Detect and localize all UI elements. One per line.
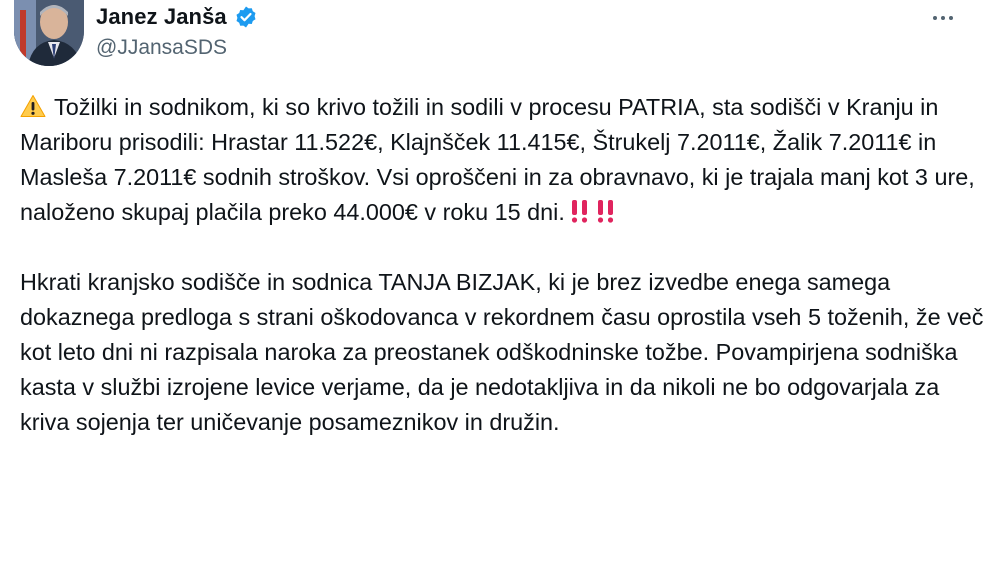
tweet-header: Janez Janša @JJansaSDS (0, 0, 1000, 80)
tweet-paragraph-1-text: Tožilki in sodnikom, ki so krivo tožili … (20, 94, 975, 225)
more-options-dot (949, 16, 953, 20)
double-exclamation-icon (595, 198, 617, 224)
user-handle[interactable]: @JJansaSDS (96, 36, 227, 60)
tweet-paragraph-1: Tožilki in sodnikom, ki so krivo tožili … (20, 90, 990, 230)
more-options-dot (941, 16, 945, 20)
display-name[interactable]: Janez Janša (96, 4, 227, 30)
display-name-row: Janez Janša (96, 2, 258, 32)
avatar[interactable] (14, 0, 84, 66)
more-options-button[interactable] (926, 6, 960, 30)
tweet-text: Tožilki in sodnikom, ki so krivo tožili … (20, 90, 990, 440)
tweet-paragraph-2: Hkrati kranjsko sodišče in sodnica TANJA… (20, 269, 984, 435)
warning-icon (20, 93, 46, 117)
more-options-icon (933, 16, 937, 20)
profile-photo-icon (14, 0, 84, 66)
verified-badge-icon[interactable] (234, 5, 258, 29)
double-exclamation-icon (569, 198, 591, 224)
